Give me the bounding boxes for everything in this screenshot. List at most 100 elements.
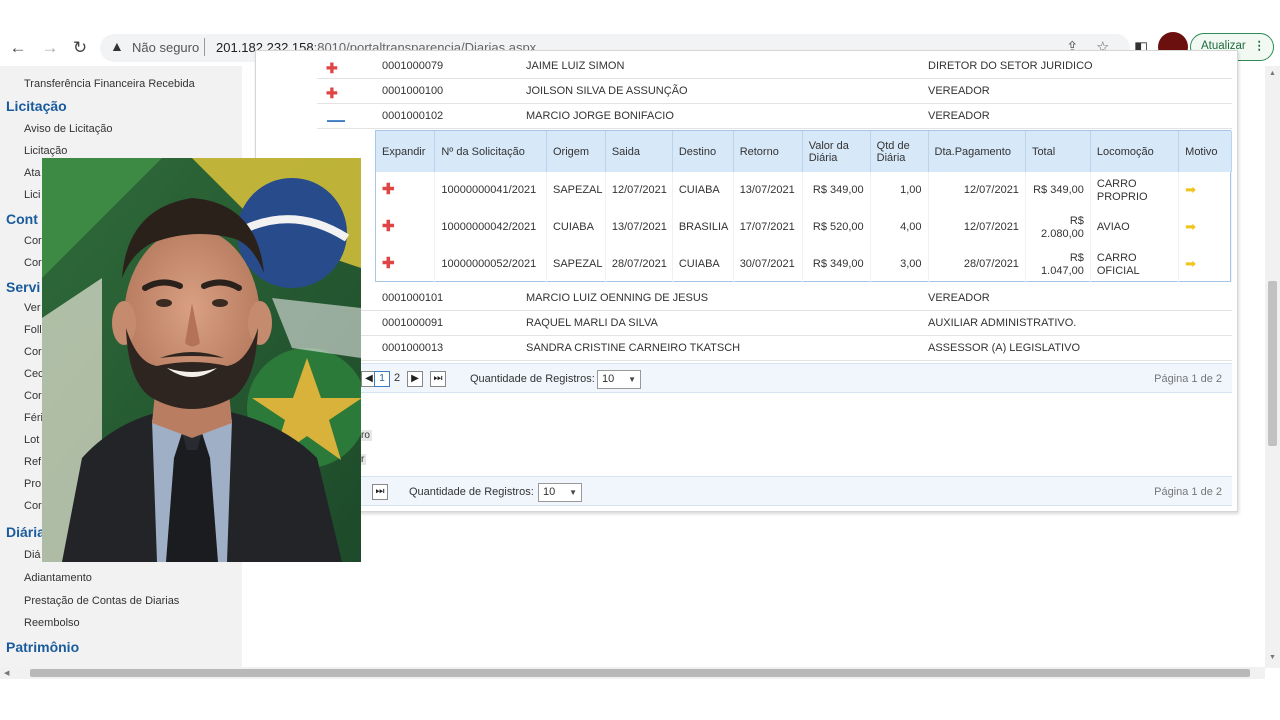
employee-name: MARCIO LUIZ OENNING DE JESUS (526, 292, 709, 304)
pager-outer: ⏭ Quantidade de Registros: 10 ▼ Página 1 de … (317, 476, 1232, 506)
records-count-select[interactable]: 10 ▼ (538, 483, 582, 502)
motivo-cell[interactable]: ➡ (1178, 172, 1232, 209)
page-1-link[interactable]: 1 (374, 371, 390, 387)
cell-pagamento: 12/07/2021 (928, 172, 1026, 209)
address-separator (204, 38, 205, 56)
sidebar-item[interactable]: Foll (24, 324, 42, 336)
column-header[interactable]: Origem (546, 131, 606, 172)
diaria-row[interactable]: ✚ 10000000041/2021 SAPEZAL 12/07/2021 CUIABA… (376, 172, 1232, 209)
expand-plus-icon[interactable]: ✚ (326, 60, 338, 77)
sidebar-item[interactable]: Lot (24, 434, 39, 446)
expand-plus-icon[interactable]: ✚ (382, 181, 395, 198)
cell-saida: 12/07/2021 (605, 172, 673, 209)
employee-id: 0001000013 (382, 342, 444, 354)
sidebar-item[interactable]: Prestação de Contas de Diarias (24, 595, 179, 607)
motivo-arrow-icon[interactable]: ➡ (1185, 219, 1196, 234)
motivo-arrow-icon[interactable]: ➡ (1185, 182, 1196, 197)
column-header[interactable]: Destino (672, 131, 734, 172)
sidebar-section: Licitação (6, 98, 67, 114)
employee-id: 0001000100 (382, 85, 444, 97)
horizontal-scroll-thumb[interactable] (30, 669, 1250, 677)
sidebar-item[interactable]: Pro (24, 478, 41, 490)
cell-valor: R$ 520,00 (802, 209, 871, 246)
column-header[interactable]: Locomoção (1090, 131, 1180, 172)
employee-row[interactable]: ✚ 0001000079 JAIME LUIZ SIMON DIRETOR DO SE… (317, 54, 1232, 79)
column-header[interactable]: Expandir (376, 131, 436, 172)
security-label: Não seguro (132, 40, 200, 55)
cell-saida: 28/07/2021 (605, 246, 673, 283)
page-info: Página 1 de 2 (1154, 486, 1222, 498)
employee-row[interactable]: 0001000101 MARCIO LUIZ OENNING DE JESUS VE… (317, 286, 1232, 311)
expand-plus-icon[interactable]: ✚ (382, 218, 395, 235)
vertical-scrollbar[interactable]: ▲ ▼ (1265, 66, 1280, 668)
cell-pagamento: 28/07/2021 (928, 246, 1026, 283)
employee-row[interactable]: 0001000091 RAQUEL MARLI DA SILVA AUXILIAR … (317, 311, 1232, 336)
diaria-row[interactable]: ✚ 10000000052/2021 SAPEZAL 28/07/2021 CUIABA… (376, 246, 1232, 283)
horizontal-scrollbar[interactable]: ◀ (0, 667, 1265, 679)
records-count-select[interactable]: 10 ▼ (597, 370, 641, 389)
kebab-menu-icon: ⋮ (1253, 40, 1266, 52)
motivo-cell[interactable]: ➡ (1178, 246, 1232, 283)
cell-valor: R$ 349,00 (802, 172, 871, 209)
sidebar-item[interactable]: Reembolso (24, 617, 80, 629)
column-header[interactable]: Nº da Solicitação (434, 131, 547, 172)
forward-arrow-icon[interactable]: → (38, 36, 62, 60)
employee-row[interactable]: ✚ 0001000100 JOILSON SILVA DE ASSUNÇÃO VERE… (317, 79, 1232, 104)
employee-row[interactable]: 0001000013 SANDRA CRISTINE CARNEIRO TKATS… (317, 336, 1232, 361)
column-header[interactable]: Retorno (733, 131, 803, 172)
sidebar-item[interactable]: Cor (24, 235, 42, 247)
column-header[interactable]: Valor da Diária (802, 131, 871, 172)
employee-row[interactable]: — 0001000102 MARCIO JORGE BONIFACIO VEREADO… (317, 104, 1232, 131)
sidebar-item[interactable]: Transferência Financeira Recebida (24, 78, 195, 90)
last-page-icon[interactable]: ⏭ (372, 484, 388, 500)
records-count-label: Quantidade de Registros: (470, 373, 595, 385)
sidebar-item[interactable]: Ver (24, 302, 41, 314)
sidebar-item[interactable]: Cor (24, 500, 42, 512)
sidebar-item[interactable]: Aviso de Licitação (24, 123, 112, 135)
page-2-link[interactable]: 2 (394, 372, 400, 384)
motivo-cell[interactable]: ➡ (1178, 209, 1232, 246)
sidebar-item[interactable]: Cor (24, 390, 42, 402)
cell-qtd: 4,00 (870, 209, 929, 246)
diaria-row[interactable]: ✚ 10000000042/2021 CUIABA 13/07/2021 BRASILI… (376, 209, 1232, 246)
sidebar-item[interactable]: Cor (24, 346, 42, 358)
cell-destino: CUIABA (672, 172, 734, 209)
sidebar-item[interactable]: Licitação (24, 145, 67, 157)
cell-origem: CUIABA (546, 209, 606, 246)
portrait-photo (42, 158, 361, 562)
column-header[interactable]: Qtd de Diária (870, 131, 929, 172)
employee-role: DIRETOR DO SETOR JURIDICO (928, 60, 1093, 72)
expand-cell[interactable]: ✚ (376, 209, 436, 246)
collapse-minus-icon[interactable]: — (327, 110, 345, 131)
sidebar-item[interactable]: Cor (24, 257, 42, 269)
last-page-icon[interactable]: ⏭ (430, 371, 446, 387)
warning-icon: ▲ (110, 38, 124, 54)
back-arrow-icon[interactable]: ← (6, 36, 30, 60)
expand-cell[interactable]: ✚ (376, 172, 436, 209)
employee-id: 0001000079 (382, 60, 444, 72)
expand-plus-icon[interactable]: ✚ (326, 85, 338, 102)
sidebar-item[interactable]: Adiantamento (24, 572, 92, 584)
sidebar-item[interactable]: Lici (24, 189, 41, 201)
reload-icon[interactable]: ↻ (68, 36, 92, 60)
cell-destino: CUIABA (672, 246, 734, 283)
sidebar-item[interactable]: Cec (24, 368, 44, 380)
vertical-scroll-thumb[interactable] (1268, 281, 1277, 446)
column-header[interactable]: Dta.Pagamento (928, 131, 1026, 172)
sidebar-item[interactable]: Diá (24, 549, 41, 561)
expand-cell[interactable]: ✚ (376, 246, 436, 283)
column-header[interactable]: Total (1025, 131, 1091, 172)
next-page-icon[interactable]: ▶ (407, 371, 423, 387)
cell-locomocao: AVIAO (1090, 209, 1180, 246)
employee-name: MARCIO JORGE BONIFACIO (526, 110, 674, 122)
motivo-arrow-icon[interactable]: ➡ (1185, 256, 1196, 271)
cell-saida: 13/07/2021 (605, 209, 673, 246)
cell-total: R$ 2.080,00 (1025, 209, 1091, 246)
expand-plus-icon[interactable]: ✚ (382, 255, 395, 272)
sidebar-item[interactable]: Féri (24, 412, 43, 424)
column-header[interactable]: Motivo (1178, 131, 1232, 172)
sidebar-item[interactable]: Ata (24, 167, 41, 179)
diarias-detail-table: Expandir Nº da Solicitação Origem Saida Dest… (375, 130, 1232, 283)
sidebar-item[interactable]: Ref (24, 456, 41, 468)
column-header[interactable]: Saida (605, 131, 673, 172)
